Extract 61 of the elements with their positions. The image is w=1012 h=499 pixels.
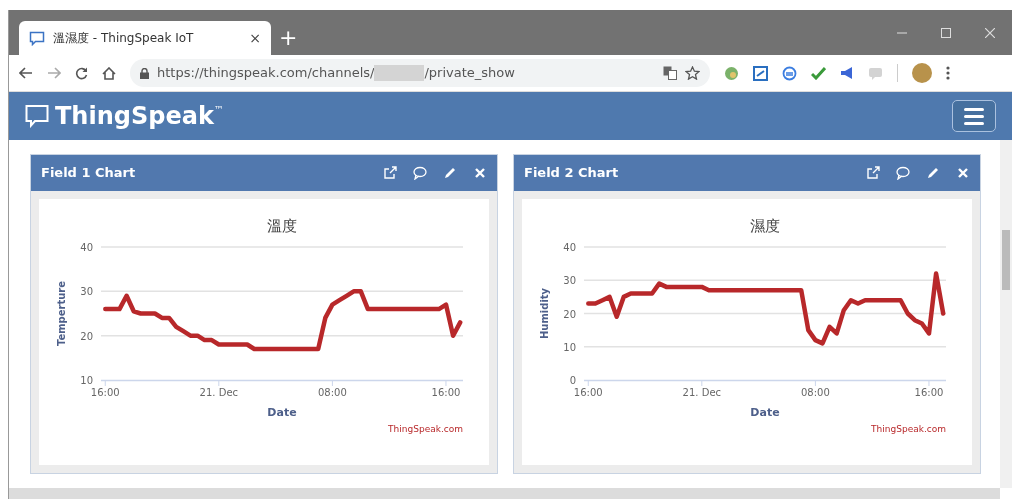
chart-title: 濕度 (750, 217, 780, 235)
chart-title: 溫度 (267, 217, 297, 235)
axis-title: Date (750, 406, 780, 419)
tab-title: 溫濕度 - ThingSpeak IoT (53, 30, 195, 47)
axis-tick-label: 16:00 (431, 387, 461, 398)
url-text: /private_show (424, 64, 515, 83)
axis-tick-label: 16:00 (573, 387, 603, 398)
avatar-icon[interactable] (912, 63, 932, 83)
axis-tick-label: 30 (563, 275, 576, 287)
chart-credit[interactable]: ThingSpeak.com (388, 424, 463, 434)
tab-close-button[interactable]: × (249, 31, 261, 45)
axis-tick-label: 20 (563, 308, 576, 320)
square-icon[interactable] (753, 65, 768, 81)
axis-tick-label: 21. Dec (199, 387, 239, 398)
close-icon[interactable] (985, 27, 995, 38)
external-link-icon[interactable] (383, 166, 397, 180)
axis-tick-label: 30 (80, 286, 93, 298)
browser-tab[interactable]: 溫濕度 - ThingSpeak IoT × (19, 21, 271, 55)
axis-tick-label: 0 (569, 375, 576, 386)
axis-tick-label: 10 (80, 375, 93, 386)
axis-title: Humidity (539, 287, 550, 340)
megaphone-icon[interactable] (840, 66, 854, 80)
axis-tick-label: 20 (80, 330, 93, 342)
address-bar[interactable]: https://thingspeak.com/channels/ /private_show (130, 59, 710, 87)
brand-name[interactable]: ThingSpeak$^{™}$ (55, 98, 224, 134)
forward-icon[interactable] (47, 67, 61, 79)
back-icon[interactable] (19, 67, 33, 79)
menu-icon[interactable] (946, 66, 950, 80)
external-link-icon[interactable] (866, 166, 880, 180)
axis-tick-label: 08:00 (318, 387, 347, 398)
checkmark-icon[interactable] (811, 66, 826, 80)
panel-title: Field 1 Chart (41, 164, 137, 183)
axis-tick-label: 08:00 (801, 387, 830, 398)
maximize-icon[interactable] (941, 27, 951, 38)
axis-tick-label: 40 (563, 242, 576, 253)
axis-tick-label: 21. Dec (682, 387, 722, 398)
comment-icon[interactable] (413, 166, 427, 180)
axis-tick-label: 10 (563, 341, 576, 353)
axis-tick-label: 16:00 (90, 387, 120, 398)
scrollbar[interactable] (1000, 140, 1012, 488)
axis-tick-label: 40 (80, 242, 93, 253)
axis-title: Temperture (56, 280, 67, 347)
reload-icon[interactable] (75, 66, 88, 80)
chat-icon (29, 30, 45, 46)
star-icon[interactable] (685, 66, 700, 80)
url-text: https://thingspeak.com/channels/ (157, 64, 375, 83)
translate-icon[interactable] (663, 66, 677, 80)
logo-icon (25, 104, 49, 128)
new-tab-button[interactable]: + (279, 27, 298, 49)
pencil-icon[interactable] (443, 166, 457, 180)
pencil-icon[interactable] (926, 166, 940, 180)
panel-title: Field 2 Chart (524, 164, 620, 183)
redacted-block (374, 65, 425, 81)
menu-button[interactable] (952, 100, 996, 132)
comment-icon[interactable] (896, 166, 910, 180)
scrollbar[interactable] (9, 488, 1000, 499)
lock-icon (140, 67, 149, 79)
home-icon[interactable] (102, 66, 116, 80)
axis-title: Date (267, 406, 297, 419)
axis-tick-label: 16:00 (914, 387, 944, 398)
chart-credit[interactable]: ThingSpeak.com (871, 424, 946, 434)
